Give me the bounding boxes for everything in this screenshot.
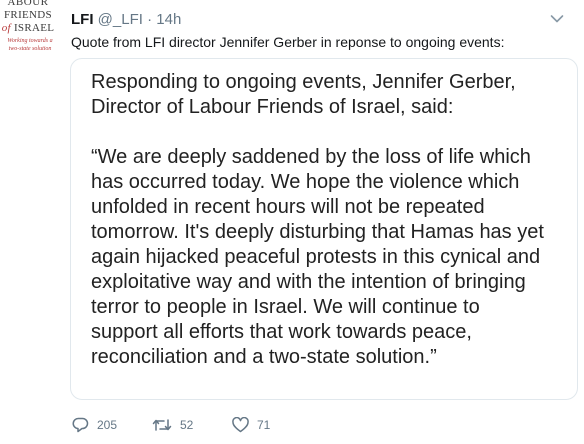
reply-count: 205 bbox=[97, 418, 118, 432]
retweet-count: 52 bbox=[180, 418, 194, 432]
avatar[interactable]: ABOUR FRIENDS of ISRAEL Working towards … bbox=[0, 0, 56, 68]
tweet-text: Quote from LFI director Jennifer Gerber … bbox=[71, 34, 505, 50]
display-name[interactable]: LFI bbox=[71, 11, 94, 28]
avatar-logo-line: ABOUR bbox=[7, 0, 49, 8]
retweet-button[interactable]: 52 bbox=[152, 415, 193, 435]
user-handle[interactable]: @_LFI bbox=[98, 11, 143, 28]
chevron-down-icon[interactable] bbox=[550, 14, 564, 24]
statement-line: has occurred today. We hope the violence… bbox=[91, 171, 520, 193]
statement-line: Director of Labour Friends of Israel, sa… bbox=[91, 96, 454, 118]
statement-line: exploitative way and with the intention … bbox=[91, 271, 526, 293]
statement-line: terror to people in Israel. We will cont… bbox=[91, 296, 480, 318]
timestamp[interactable]: 14h bbox=[156, 11, 181, 28]
statement-line: tomorrow. It's deeply disturbing that Ha… bbox=[91, 221, 544, 243]
avatar-logo-line: of ISRAEL bbox=[1, 22, 55, 34]
reply-icon bbox=[72, 417, 89, 433]
statement-line: support all efforts that work towards pe… bbox=[91, 321, 472, 343]
statement-line: unfolded in recent hours will not be rep… bbox=[91, 196, 485, 218]
separator: · bbox=[147, 11, 153, 28]
statement-intro: Responding to ongoing events, Jennifer G… bbox=[91, 70, 571, 120]
statement-line: Responding to ongoing events, Jennifer G… bbox=[91, 71, 516, 93]
avatar-logo-line: FRIENDS bbox=[4, 9, 52, 21]
avatar-tagline: Working towards a two-state solution bbox=[7, 38, 53, 52]
heart-icon bbox=[232, 417, 249, 433]
statement-quote: “We are deeply saddened by the loss of l… bbox=[91, 145, 571, 370]
tweet-header: LFI @_LFI · 14h bbox=[71, 11, 181, 31]
like-button[interactable]: 71 bbox=[232, 415, 270, 435]
statement-line: reconciliation and a two-state solution.… bbox=[91, 346, 437, 368]
reply-button[interactable]: 205 bbox=[72, 415, 117, 435]
like-count: 71 bbox=[257, 418, 271, 432]
retweet-icon bbox=[152, 419, 172, 431]
statement-line: again hijacked peaceful protests in this… bbox=[91, 246, 541, 268]
statement-line: “We are deeply saddened by the loss of l… bbox=[91, 146, 531, 168]
statement-image-card[interactable]: Responding to ongoing events, Jennifer G… bbox=[70, 58, 578, 400]
